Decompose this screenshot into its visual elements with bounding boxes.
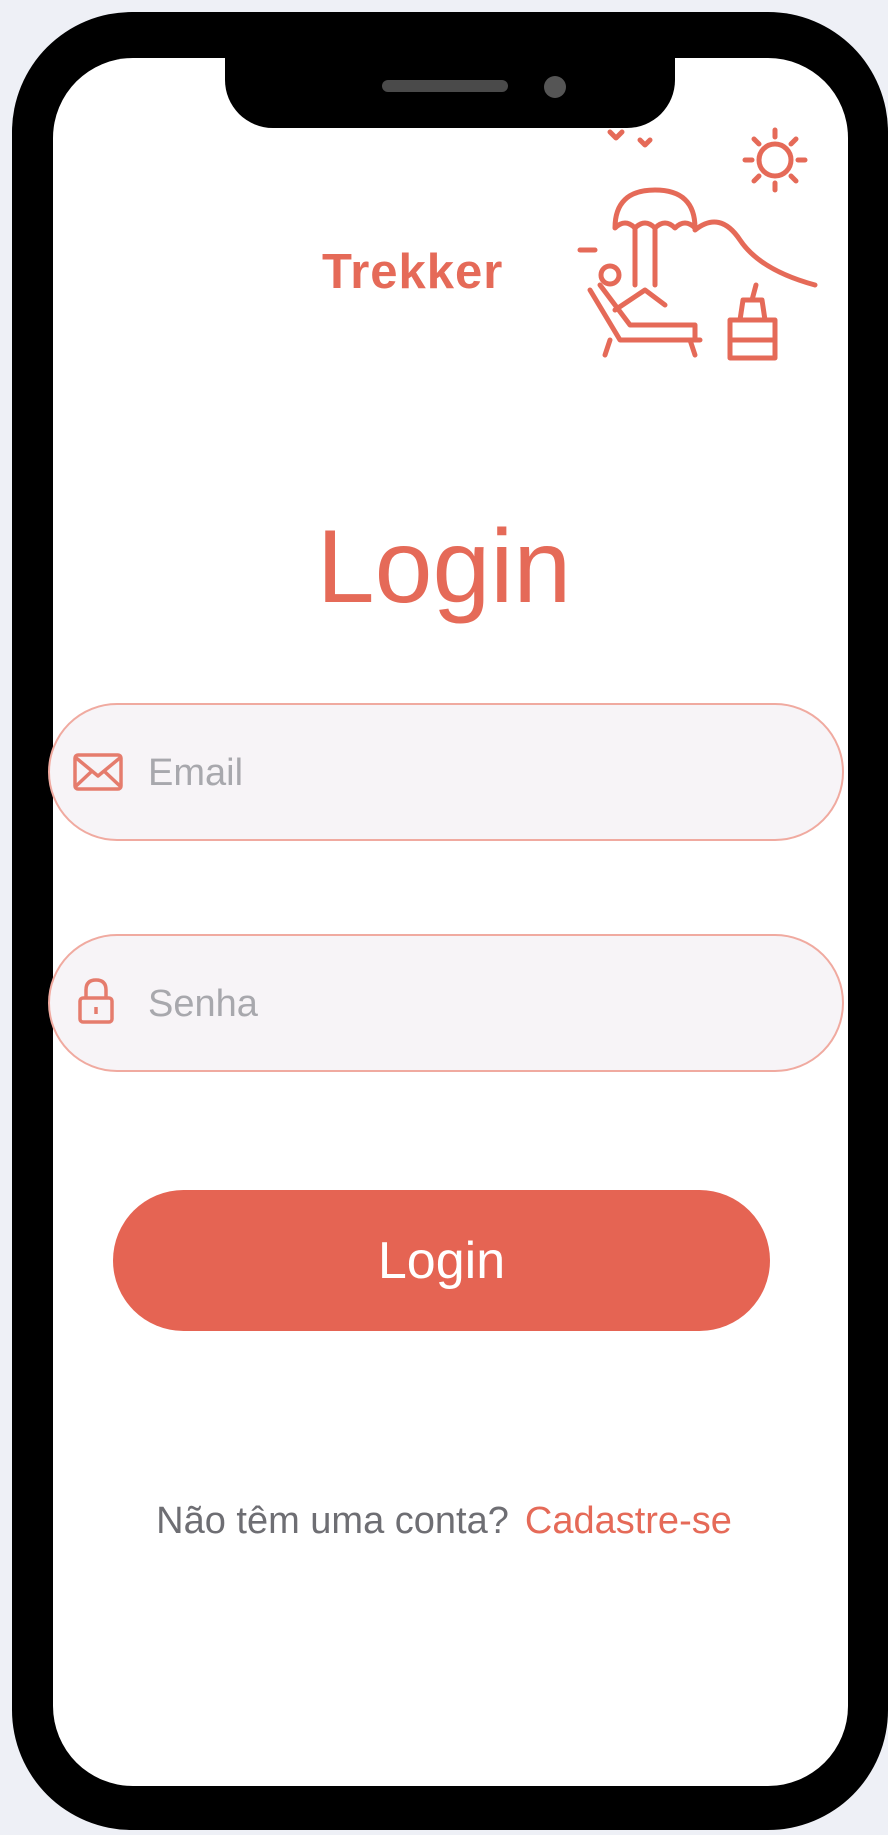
signup-question: Não têm uma conta? <box>156 1500 509 1542</box>
signup-link[interactable]: Cadastre-se <box>525 1500 732 1542</box>
email-input[interactable] <box>146 705 810 841</box>
brand-name: Trekker <box>322 245 504 299</box>
front-camera <box>544 76 566 98</box>
beach-lounger-illustration <box>570 110 830 375</box>
page-title: Login <box>316 509 572 625</box>
speaker-grille <box>382 80 508 92</box>
email-field[interactable] <box>48 703 844 841</box>
login-button[interactable]: Login <box>113 1190 770 1331</box>
signup-prompt-row: Não têm uma conta? Cadastre-se <box>0 1500 888 1543</box>
lock-icon <box>76 976 116 1031</box>
password-input[interactable] <box>146 936 810 1072</box>
envelope-icon <box>72 752 124 797</box>
password-field[interactable] <box>48 934 844 1072</box>
